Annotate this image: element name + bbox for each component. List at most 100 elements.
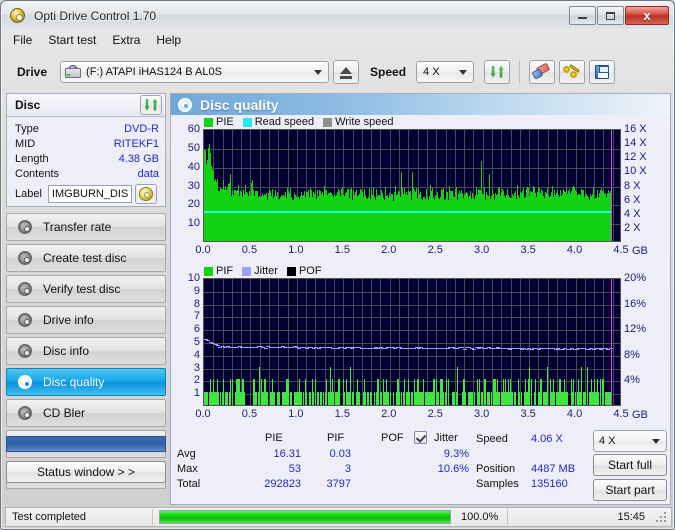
gridline <box>362 279 363 405</box>
jitter-line <box>477 348 481 349</box>
disc-label-button[interactable] <box>134 184 157 204</box>
legend-label-pie: PIE <box>216 116 234 128</box>
eject-button[interactable] <box>333 60 360 84</box>
disc-panel-title: Disc <box>15 98 41 112</box>
gridline <box>278 279 279 405</box>
pif-bar <box>512 392 513 405</box>
gridline <box>204 381 620 382</box>
legend-label-write-speed: Write speed <box>335 116 394 128</box>
pif-bar <box>482 392 483 405</box>
legend-label-pif: PIF <box>216 265 234 277</box>
status-separator <box>152 509 153 525</box>
pie-x-tick: 4.5 <box>613 244 629 256</box>
resize-grip[interactable] <box>656 512 668 524</box>
position-value: 4487 MB <box>531 463 576 475</box>
pif-bar <box>567 392 568 405</box>
pif-y2-tick: 12% <box>624 323 647 336</box>
pif-bar <box>485 379 486 405</box>
jitter-line <box>305 348 309 349</box>
gridline <box>380 279 381 405</box>
refresh-icon <box>490 65 505 80</box>
pie-y2-tick: 8 X <box>624 179 641 192</box>
pif-x-tick: 4.5 <box>613 408 629 420</box>
minimize-button[interactable] <box>569 6 596 25</box>
jitter-line <box>484 348 488 349</box>
jitter-line <box>561 349 565 350</box>
refresh-button[interactable] <box>484 60 511 84</box>
drive-label: Drive <box>17 65 48 79</box>
gridline <box>557 279 558 405</box>
pie-y2-tick: 12 X <box>624 151 647 164</box>
gridline <box>297 279 298 405</box>
legend-swatch-pof <box>286 266 296 276</box>
sidebar-item-disc-info[interactable]: Disc info <box>6 337 166 365</box>
eject-icon <box>340 66 353 79</box>
disc-label-input[interactable]: IMGBURN_DIS <box>47 185 132 203</box>
save-button[interactable] <box>589 60 616 84</box>
test-speed-select-value: 4 X <box>599 435 616 447</box>
tools-button[interactable] <box>559 60 586 84</box>
status-bar: Test completed 100.0% 15:45 <box>5 507 672 527</box>
menu-item-help[interactable]: Help <box>148 31 189 49</box>
pif-bar <box>491 392 492 405</box>
sidebar-item-cd-bler[interactable]: CD Bler <box>6 399 166 427</box>
sidebar-item-verify-test-disc[interactable]: Verify test disc <box>6 275 166 303</box>
maximize-button[interactable] <box>597 6 624 25</box>
close-button[interactable]: x <box>625 6 669 25</box>
pif-bar <box>274 392 275 405</box>
speed-select[interactable]: 4 X <box>416 61 475 83</box>
disc-create-icon <box>17 250 34 267</box>
jitter-line <box>350 348 354 349</box>
stats-max-pif: 3 <box>344 463 351 475</box>
sidebar-item-drive-info[interactable]: Drive info <box>6 306 166 334</box>
disc-info-icon <box>17 343 34 360</box>
menu-item-extra[interactable]: Extra <box>104 31 148 49</box>
pif-bar <box>600 379 601 405</box>
pif-x-tick: 1.0 <box>288 408 304 420</box>
gridline <box>334 279 335 405</box>
sidebar-item-transfer-rate[interactable]: Transfer rate <box>6 213 166 241</box>
samples-label: Samples <box>476 478 519 490</box>
sidebar-item-disc-quality[interactable]: Disc quality <box>6 368 166 396</box>
pif-x-tick: 2.5 <box>427 408 443 420</box>
jitter-line <box>460 347 464 348</box>
optical-drive-icon <box>65 65 82 79</box>
jitter-line <box>336 348 340 349</box>
toolbar-separator <box>519 61 521 83</box>
menu-item-start-test[interactable]: Start test <box>40 31 104 49</box>
pif-bar <box>371 392 372 405</box>
jitter-line <box>530 349 534 350</box>
app-cd-disc-icon <box>8 6 28 26</box>
pie-y-tick: 20 <box>187 198 200 211</box>
pif-bar <box>310 392 311 405</box>
pif-bar <box>474 392 475 405</box>
start-full-button[interactable]: Start full <box>593 454 667 476</box>
gridline <box>548 279 549 405</box>
speed-label: Speed <box>370 65 407 79</box>
drive-info-icon <box>17 312 34 329</box>
pif-chart: PIF Jitter POF 1 2 3 4 5 6 7 8 9 10 4% 8% 12% 16% 20%… <box>171 264 670 427</box>
gridline <box>204 330 620 331</box>
drive-select[interactable]: (F:) ATAPI iHAS124 B AL0S <box>60 61 330 83</box>
pif-bar <box>585 392 586 405</box>
status-window-button[interactable]: Status window > > <box>6 461 166 483</box>
stats-row-label-avg: Avg <box>177 448 196 460</box>
pif-bar <box>306 392 307 405</box>
erase-disc-button[interactable] <box>529 60 556 84</box>
sidebar-item-create-test-disc[interactable]: Create test disc <box>6 244 166 272</box>
stats-header-jitter: Jitter <box>434 432 458 444</box>
menu-item-file[interactable]: File <box>5 31 40 49</box>
pif-bar <box>291 392 292 405</box>
pif-bar <box>554 392 555 405</box>
pif-bar <box>535 379 536 405</box>
progress-bar-fill <box>160 511 450 523</box>
start-part-button[interactable]: Start part <box>593 479 667 501</box>
pif-bar <box>573 379 574 405</box>
jitter-line <box>417 348 421 349</box>
pif-x-axis-unit: GB <box>632 409 648 421</box>
disc-refresh-button[interactable] <box>140 95 162 115</box>
gridline <box>576 279 577 405</box>
test-speed-select[interactable]: 4 X <box>593 430 667 452</box>
jitter-checkbox[interactable] <box>414 431 427 444</box>
stats-header-pie: PIE <box>265 432 283 444</box>
